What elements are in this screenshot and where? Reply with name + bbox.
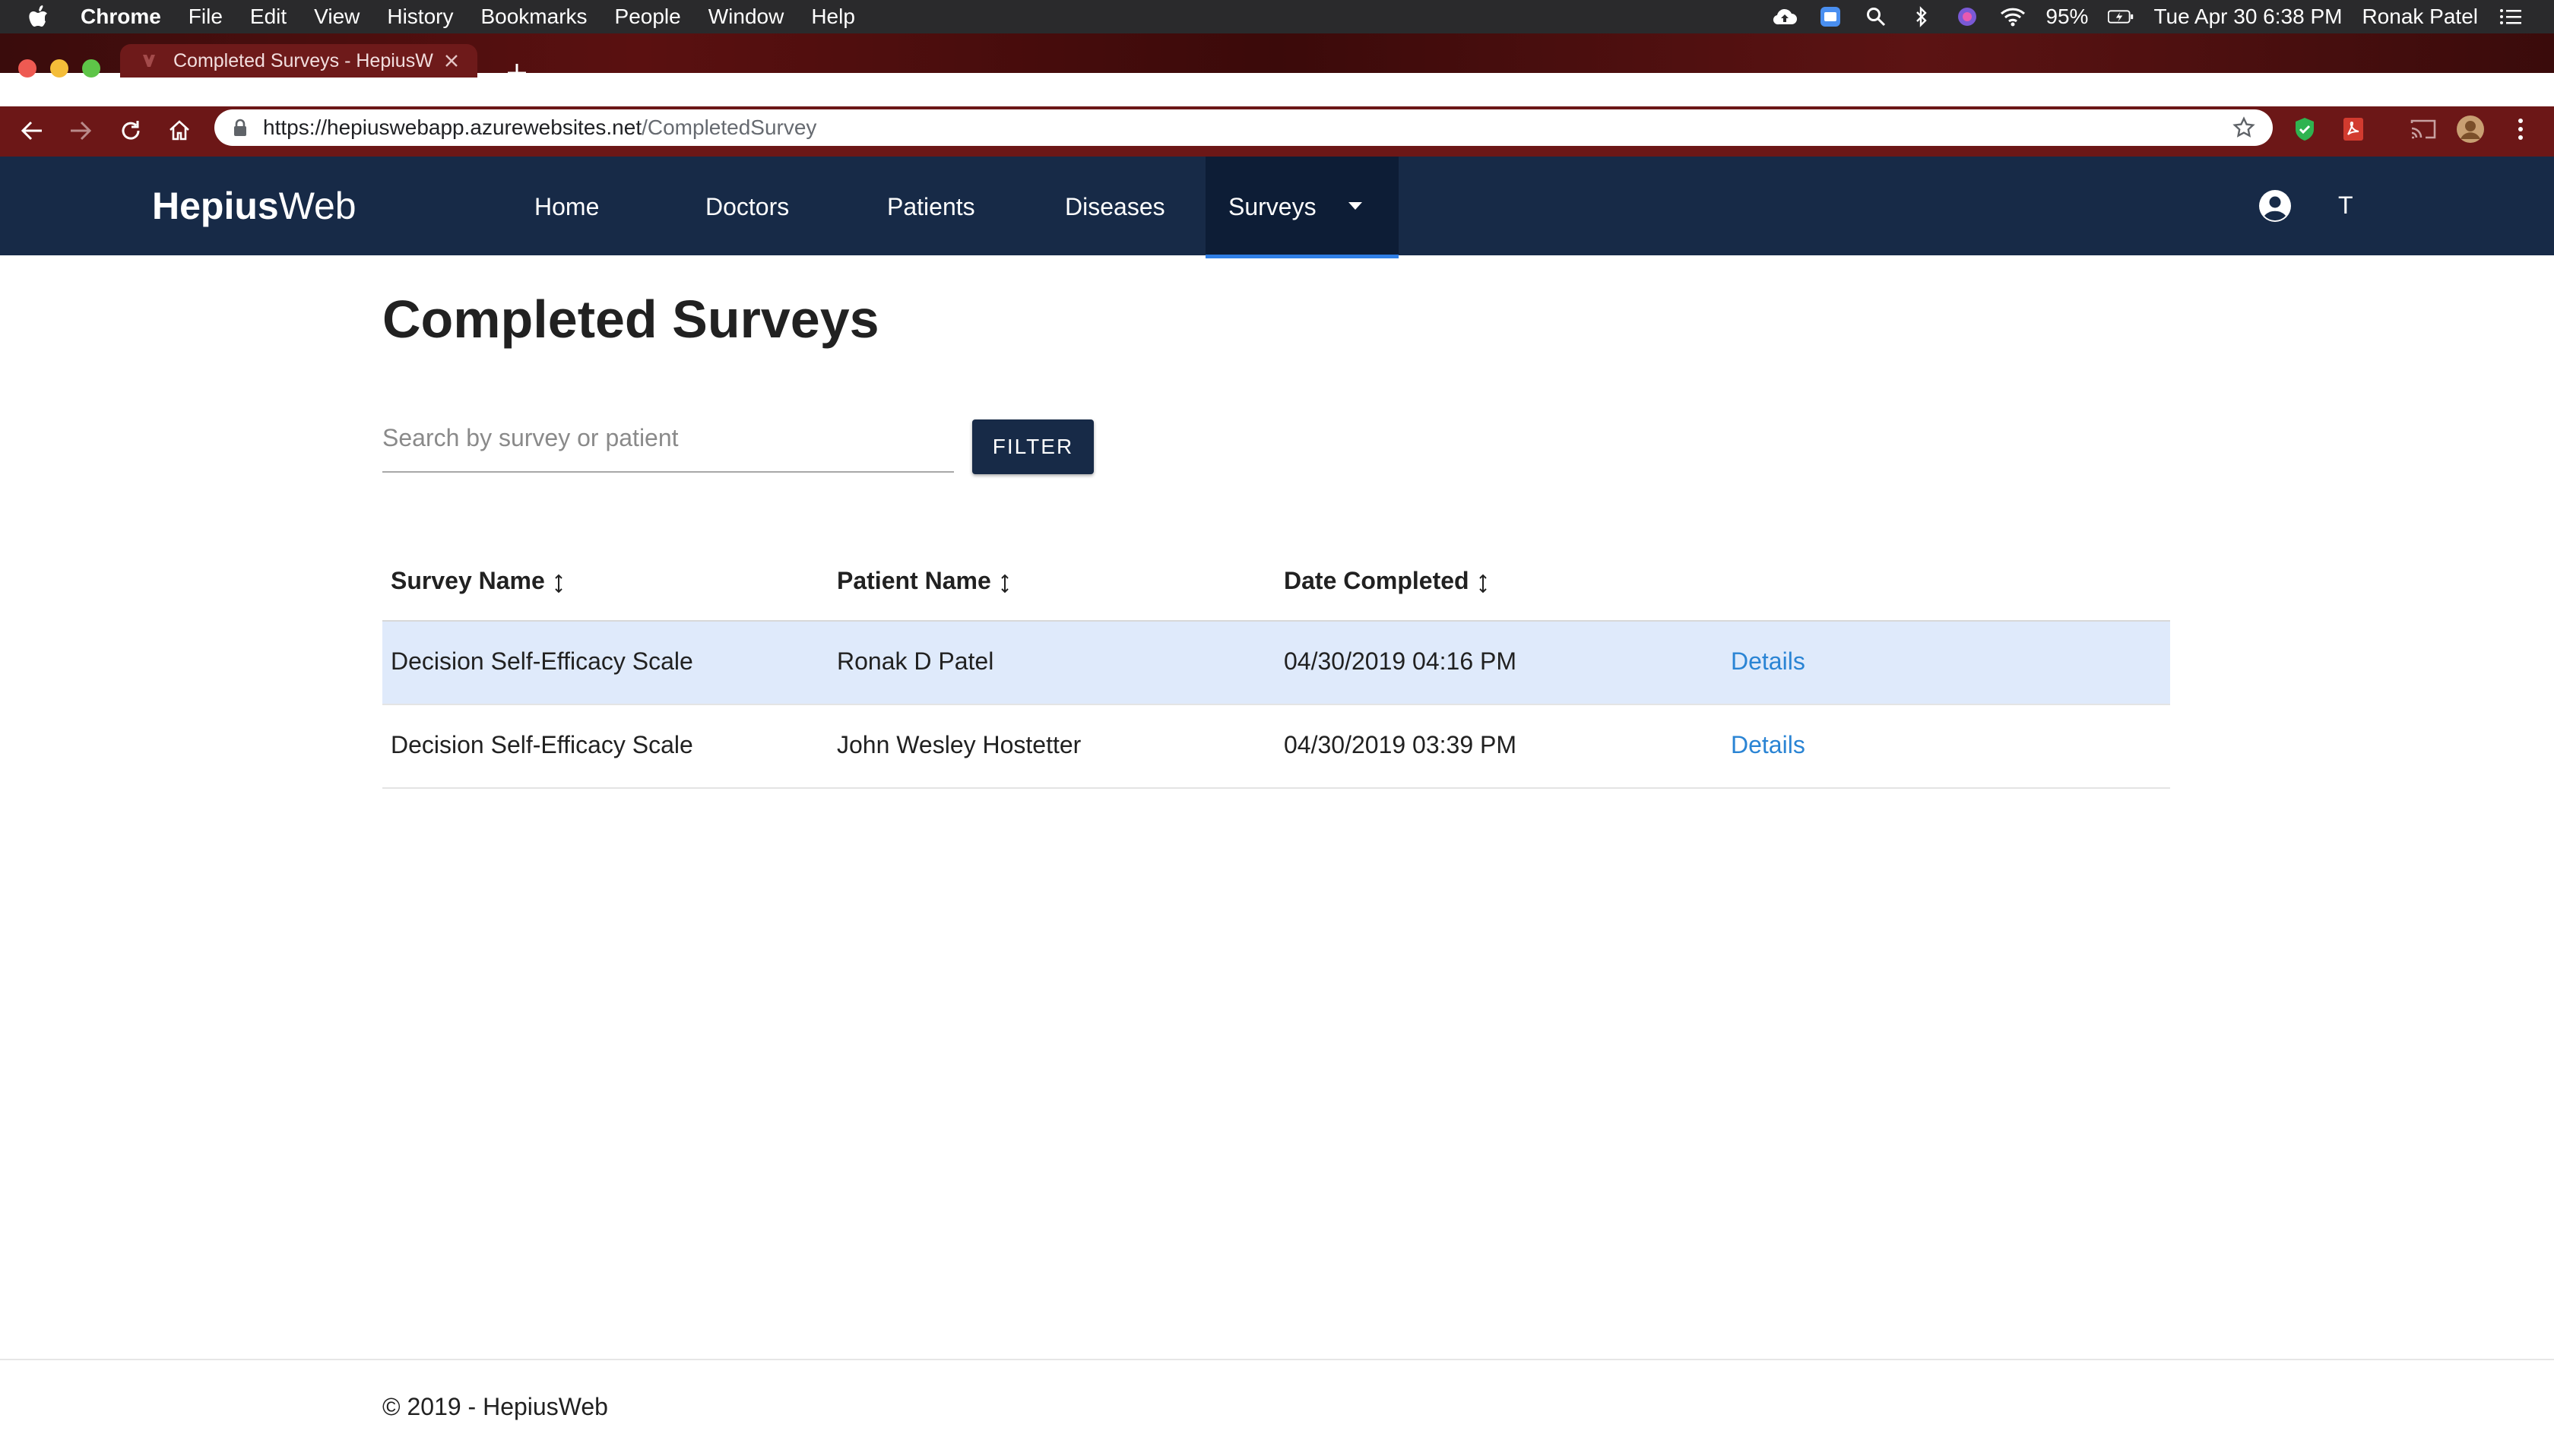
menubar-clock[interactable]: Tue Apr 30 6:38 PM [2153, 5, 2342, 29]
column-header-label: Survey Name [391, 567, 545, 594]
hepius-favicon-icon [138, 50, 160, 71]
details-link[interactable]: Details [1731, 647, 1805, 676]
cell-patient-name: John Wesley Hostetter [837, 731, 1082, 758]
menu-edit[interactable]: Edit [250, 5, 287, 29]
profile-avatar-icon[interactable] [2455, 114, 2486, 144]
menu-history[interactable]: History [387, 5, 453, 29]
chevron-down-icon [1348, 202, 1362, 210]
menu-file[interactable]: File [189, 5, 223, 29]
url-host: https://hepiuswebapp.azurewebsites.net [263, 116, 642, 139]
app-navbar: HepiusWeb Home Doctors Patients Diseases… [0, 157, 2554, 258]
sort-icon[interactable] [999, 572, 1011, 595]
nav-surveys-dropdown[interactable]: Surveys [1206, 157, 1399, 258]
tab-title: Completed Surveys - HepiusW [173, 49, 433, 71]
brand-logo-bold: Hepius [152, 185, 279, 227]
bluetooth-icon[interactable] [1909, 5, 1935, 28]
apple-icon[interactable] [27, 4, 50, 30]
tab-close-icon[interactable] [441, 50, 462, 71]
account-circle-icon[interactable] [2258, 188, 2293, 223]
browser-tab-active[interactable]: Completed Surveys - HepiusW [120, 44, 477, 78]
page-title: Completed Surveys [382, 290, 879, 349]
completed-surveys-table: Survey Name Patient Name Date Completed … [382, 540, 2170, 789]
wifi-icon[interactable] [2000, 5, 2026, 28]
notification-center-icon[interactable] [2498, 5, 2524, 28]
battery-percentage: 95% [2045, 5, 2089, 28]
sort-icon[interactable] [553, 572, 565, 595]
nav-patients[interactable]: Patients [887, 193, 975, 221]
table-header: Survey Name Patient Name Date Completed [382, 540, 2170, 622]
cloud-upload-icon[interactable] [1772, 5, 1798, 28]
battery-charging-icon[interactable] [2108, 5, 2134, 28]
menu-view[interactable]: View [314, 5, 360, 29]
column-header-label: Patient Name [837, 567, 991, 594]
footer-divider [0, 1359, 2554, 1360]
nav-doctors[interactable]: Doctors [705, 193, 789, 221]
pdf-extension-icon[interactable] [2338, 114, 2369, 144]
brand-logo-light: Web [278, 185, 356, 227]
address-bar[interactable]: https://hepiuswebapp.azurewebsites.net/C… [214, 109, 2273, 146]
brand-logo[interactable]: HepiusWeb [152, 184, 356, 228]
lock-icon[interactable] [231, 117, 249, 138]
menubar-status-area: 95% Tue Apr 30 6:38 PM Ronak Patel [1772, 0, 2524, 33]
table-row[interactable]: Decision Self-Efficacy Scale Ronak D Pat… [382, 622, 2170, 705]
bookmark-star-icon[interactable] [2232, 116, 2256, 140]
search-input[interactable] [382, 418, 954, 457]
menu-bookmarks[interactable]: Bookmarks [480, 5, 587, 29]
table-row[interactable]: Decision Self-Efficacy Scale John Wesley… [382, 705, 2170, 789]
cell-survey-name: Decision Self-Efficacy Scale [391, 731, 693, 758]
column-header-survey-name[interactable]: Survey Name [391, 567, 565, 595]
window-close-button[interactable] [18, 59, 36, 78]
siri-icon[interactable] [1954, 5, 1980, 28]
filter-button[interactable]: FILTER [972, 419, 1094, 474]
cast-icon[interactable] [2408, 114, 2438, 144]
back-arrow-icon[interactable] [15, 114, 49, 147]
new-tab-plus-icon[interactable] [503, 59, 531, 87]
nav-home[interactable]: Home [534, 193, 599, 221]
shield-extension-icon[interactable] [2289, 114, 2320, 144]
column-header-patient-name[interactable]: Patient Name [837, 567, 1011, 595]
reload-icon[interactable] [114, 114, 147, 147]
nav-surveys-label: Surveys [1228, 193, 1317, 220]
nav-diseases[interactable]: Diseases [1065, 193, 1165, 221]
forward-arrow-icon[interactable] [64, 114, 97, 147]
cell-date-completed: 04/30/2019 04:16 PM [1284, 647, 1517, 675]
menu-app-chrome[interactable]: Chrome [81, 5, 161, 29]
chrome-menu-icon[interactable] [2505, 114, 2536, 144]
sort-icon[interactable] [1477, 572, 1489, 595]
footer-copyright: © 2019 - HepiusWeb [382, 1393, 608, 1420]
menu-window[interactable]: Window [708, 5, 784, 29]
home-icon[interactable] [163, 114, 196, 147]
menu-help[interactable]: Help [811, 5, 855, 29]
column-header-label: Date Completed [1284, 567, 1469, 594]
cell-date-completed: 04/30/2019 03:39 PM [1284, 731, 1517, 758]
menu-people[interactable]: People [615, 5, 681, 29]
finder-app-icon[interactable] [1817, 5, 1843, 28]
cell-survey-name: Decision Self-Efficacy Scale [391, 647, 693, 675]
macos-menu-bar: Chrome File Edit View History Bookmarks … [0, 0, 2554, 33]
spotlight-search-icon[interactable] [1863, 5, 1889, 28]
window-minimize-button[interactable] [50, 59, 68, 78]
account-initial[interactable]: T [2338, 191, 2353, 220]
search-field [382, 410, 954, 473]
menubar-user-name[interactable]: Ronak Patel [2362, 5, 2478, 29]
column-header-date-completed[interactable]: Date Completed [1284, 567, 1489, 595]
details-link[interactable]: Details [1731, 731, 1805, 759]
cell-patient-name: Ronak D Patel [837, 647, 994, 675]
url-path: /CompletedSurvey [642, 116, 817, 139]
window-zoom-button[interactable] [82, 59, 100, 78]
